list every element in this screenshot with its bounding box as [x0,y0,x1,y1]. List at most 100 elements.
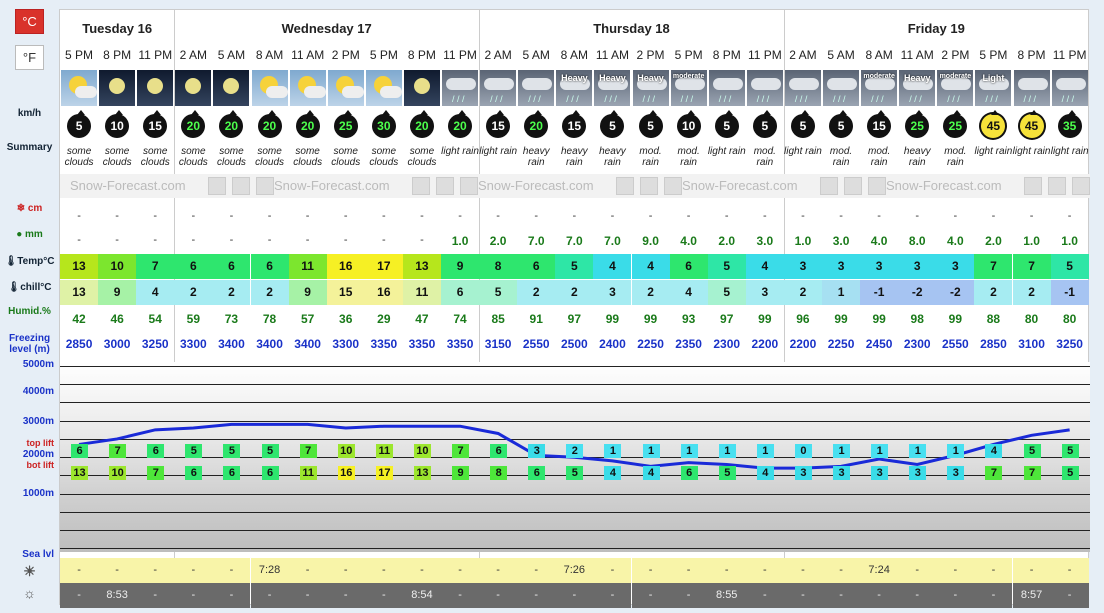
wind-speed-icon: 20 [257,110,282,138]
snow-cell: - [686,210,691,222]
humidity-cell: 47 [415,312,429,326]
freezing-level-cell: 2500 [560,337,588,351]
day-header[interactable]: Friday 19 [784,10,1089,47]
map-tool-icon[interactable] [460,177,478,195]
map-tool-icon[interactable] [256,177,274,195]
temp-cell: 17 [364,254,403,279]
map-tool-icon[interactable] [820,177,838,195]
top-lift-temp-badge: 1 [604,444,622,458]
rain-cell: - [191,234,196,246]
top-lift-temp-badge: 1 [871,444,889,458]
map-tool-icon[interactable] [616,177,634,195]
map-tool-icon[interactable] [232,177,250,195]
weather-icon: / / / Heavy [899,70,936,106]
map-tool-icon[interactable] [844,177,862,195]
wind-cell: 20 [441,110,479,138]
top-lift-temp-badge: 5 [223,444,241,458]
sunset-cell: - [631,583,670,608]
map-tool-icon[interactable] [1024,177,1042,195]
top-lift-label: top lift [26,438,55,448]
weather-icon [61,70,98,106]
bot-lift-temp-badge: 3 [909,466,927,480]
sunset-cell: 8:53 [98,583,137,608]
rain-cell: 2.0 [489,234,507,248]
summary-cell: some clouds [64,146,94,168]
fahrenheit-toggle[interactable]: °F [15,45,44,70]
humidity-cell: 73 [224,312,239,326]
top-lift-temp-badge: 1 [909,444,927,458]
time-cell: 2 PM [941,48,970,62]
celsius-toggle[interactable]: °C [15,9,44,34]
snow-cell: - [305,210,310,222]
chill-cell: 2 [783,280,822,305]
map-tool-icon[interactable] [1072,177,1090,195]
temp-cell: 6 [174,254,213,279]
chill-cell: 2 [974,280,1013,305]
bot-lift-temp-badge: 8 [490,466,508,480]
rain-cell: 2.0 [718,234,736,248]
rain-cell: 7.0 [604,234,621,248]
rain-cell: 8.0 [908,234,926,248]
wind-cell: 10 [670,110,708,138]
temp-row-label: 🌡Temp°C [4,256,55,267]
wind-row-label: km/h [17,108,42,119]
time-cell: 2 AM [789,48,817,62]
freezing-level-cell: 2450 [865,337,893,351]
day-header[interactable]: Thursday 18 [479,10,784,47]
wind-cell: 20 [403,110,441,138]
weather-icon: / / / [823,70,860,106]
chill-cell: 3 [593,280,632,305]
wind-speed-icon: 10 [105,110,130,138]
snow-cell: - [763,210,767,222]
map-tool-icon[interactable] [640,177,658,195]
map-tool-icon[interactable] [208,177,226,195]
map-tool-icon[interactable] [436,177,454,195]
chill-cell: 5 [707,280,746,305]
top-lift-temp-badge: 5 [185,444,203,458]
weather-icon: / / / Heavy [556,70,593,106]
sunrise-cell: - [98,558,137,583]
wind-speed-icon: 5 [638,110,663,138]
freezing-level-cell: 2850 [65,337,93,351]
sunset-cell: - [822,583,861,608]
top-lift-temp-badge: 1 [833,444,851,458]
top-lift-temp-badge: 2 [566,444,584,458]
freezing-level-cell: 3350 [446,337,474,351]
map-tool-icon[interactable] [664,177,682,195]
map-tool-icon[interactable] [868,177,886,195]
summary-cell: some clouds [293,146,323,168]
sea-level-label: Sea lvl [22,549,54,560]
day-header[interactable]: Tuesday 16 [60,10,174,47]
temp-cell: 3 [936,254,975,279]
map-tool-icon[interactable] [412,177,430,195]
summary-cell: light rain [707,146,746,157]
sunset-cell: 8:54 [402,583,441,608]
rain-cell: - [115,234,119,246]
wind-cell: 15 [136,110,174,138]
summary-cell: light rain [974,146,1013,157]
wind-speed-icon: 5 [829,110,854,138]
snow-cell: - [153,210,158,222]
chill-cell: 3 [745,280,784,305]
sunset-cell: - [783,583,822,608]
sunrise-cell: 7:26 [555,558,594,583]
sunrise-cell: - [631,558,670,583]
weather-icon [251,70,288,106]
humidity-cell: 80 [1024,312,1039,326]
wind-cell: 5 [632,110,670,138]
map-tool-icon[interactable] [1048,177,1066,195]
snow-cell: - [343,210,348,222]
summary-cell: heavy rain [522,146,550,168]
watermark-text: Snow-Forecast.com [478,178,594,193]
freezing-level-cell: 3400 [294,337,321,351]
time-cell: 8 PM [103,48,132,62]
wind-cell: 5 [822,110,860,138]
wind-speed-icon: 35 [1057,110,1082,138]
day-header[interactable]: Wednesday 17 [174,10,479,47]
wind-cell: 20 [212,110,250,138]
sunset-cell: - [326,583,365,608]
sunset-cell: - [669,583,708,608]
freezing-level-cell: 3000 [103,337,131,351]
sunset-cell: - [250,583,289,608]
freezing-level-cell: 3400 [218,337,245,351]
